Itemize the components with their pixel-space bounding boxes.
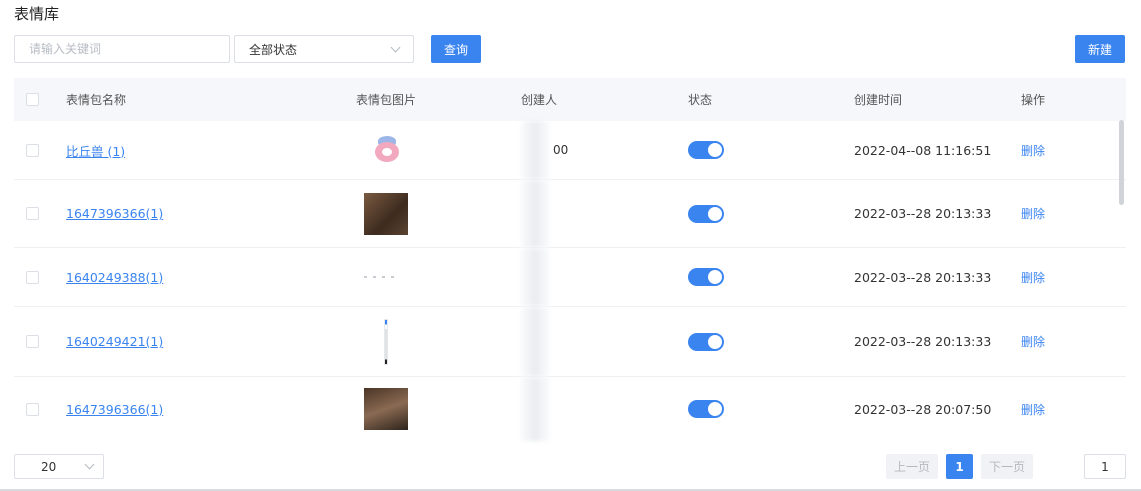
status-toggle[interactable] (688, 332, 724, 351)
row-checkbox[interactable] (26, 270, 39, 284)
status-toggle[interactable] (688, 268, 724, 286)
emoji-thumbnail (364, 274, 408, 280)
page-title: 表情库 (14, 5, 60, 23)
creator-blurred (521, 180, 549, 247)
created-time: 2022-03--28 20:13:33 (854, 334, 992, 349)
delete-link[interactable]: 删除 (1021, 333, 1045, 350)
emoji-thumbnail (364, 192, 408, 235)
delete-link[interactable]: 删除 (1021, 401, 1045, 418)
status-toggle[interactable] (688, 400, 724, 418)
creator-name: 00 (553, 143, 569, 157)
header-action: 操作 (1021, 93, 1046, 107)
row-checkbox[interactable] (26, 335, 39, 348)
page-size-select[interactable]: 20 (14, 454, 104, 479)
header-created-time: 创建时间 (854, 93, 903, 107)
created-time: 2022-03--28 20:13:33 (854, 269, 992, 285)
emoji-thumbnail (384, 318, 388, 365)
emoji-thumbnail (372, 136, 402, 164)
emoji-name-link[interactable]: 1647396366(1) (66, 402, 163, 417)
header-name: 表情包名称 (66, 93, 127, 107)
header-creator: 创建人 (521, 93, 558, 107)
emoji-name-link[interactable]: 比丘兽 (1) (66, 141, 125, 160)
table-row: 1647396366(1) 2022-03--28 20:13:33 删除 (14, 180, 1126, 248)
header-status: 状态 (688, 93, 713, 107)
delete-link[interactable]: 删除 (1021, 205, 1045, 222)
created-time: 2022-03--28 20:13:33 (854, 206, 992, 221)
table-row: 1640249421(1) 2022-03--28 20:13:33 删除 (14, 307, 1126, 377)
current-page-button[interactable]: 1 (946, 454, 973, 479)
row-checkbox[interactable] (26, 207, 39, 220)
table-header: 表情包名称 表情包图片 创建人 状态 创建时间 操作 (14, 78, 1126, 121)
status-filter-value: 全部状态 (249, 42, 298, 57)
chevron-down-icon (84, 459, 95, 470)
search-input[interactable] (14, 35, 230, 63)
table-row: 比丘兽 (1) 00 2022-04--08 11:16:51 删除 (14, 121, 1126, 180)
emoji-name-link[interactable]: 1647396366(1) (66, 206, 163, 221)
page-size-value: 20 (41, 459, 57, 474)
created-time: 2022-03--28 20:07:50 (854, 401, 992, 417)
status-toggle[interactable] (688, 141, 724, 159)
prev-page-button[interactable]: 上一页 (886, 454, 938, 479)
page-jump-input[interactable]: 1 (1084, 454, 1126, 479)
next-page-button[interactable]: 下一页 (981, 454, 1033, 479)
emoji-name-link[interactable]: 1640249421(1) (66, 334, 163, 349)
table-row: 1640249388(1) 2022-03--28 20:13:33 删除 (14, 248, 1126, 307)
new-button[interactable]: 新建 (1075, 35, 1125, 63)
emoji-table: 表情包名称 表情包图片 创建人 状态 创建时间 操作 比丘兽 (1) 00 20… (14, 78, 1126, 441)
chevron-down-icon (390, 42, 401, 52)
emoji-name-link[interactable]: 1640249388(1) (66, 270, 163, 285)
table-scrollbar[interactable] (1119, 120, 1124, 205)
query-button[interactable]: 查询 (431, 35, 481, 63)
row-checkbox[interactable] (26, 143, 39, 157)
row-checkbox[interactable] (26, 402, 39, 416)
table-row: 1647396366(1) 2022-03--28 20:07:50 删除 (14, 377, 1126, 441)
creator-blurred (521, 377, 549, 441)
creator-blurred (521, 121, 549, 179)
emoji-thumbnail (364, 388, 408, 430)
creator-blurred (521, 307, 549, 376)
status-toggle[interactable] (688, 204, 724, 223)
delete-link[interactable]: 删除 (1021, 269, 1045, 286)
delete-link[interactable]: 删除 (1021, 142, 1045, 159)
header-image: 表情包图片 (356, 93, 417, 107)
status-filter-select[interactable]: 全部状态 (234, 35, 414, 63)
select-all-checkbox[interactable] (26, 93, 39, 106)
creator-blurred (521, 248, 549, 306)
created-time: 2022-04--08 11:16:51 (854, 142, 992, 158)
